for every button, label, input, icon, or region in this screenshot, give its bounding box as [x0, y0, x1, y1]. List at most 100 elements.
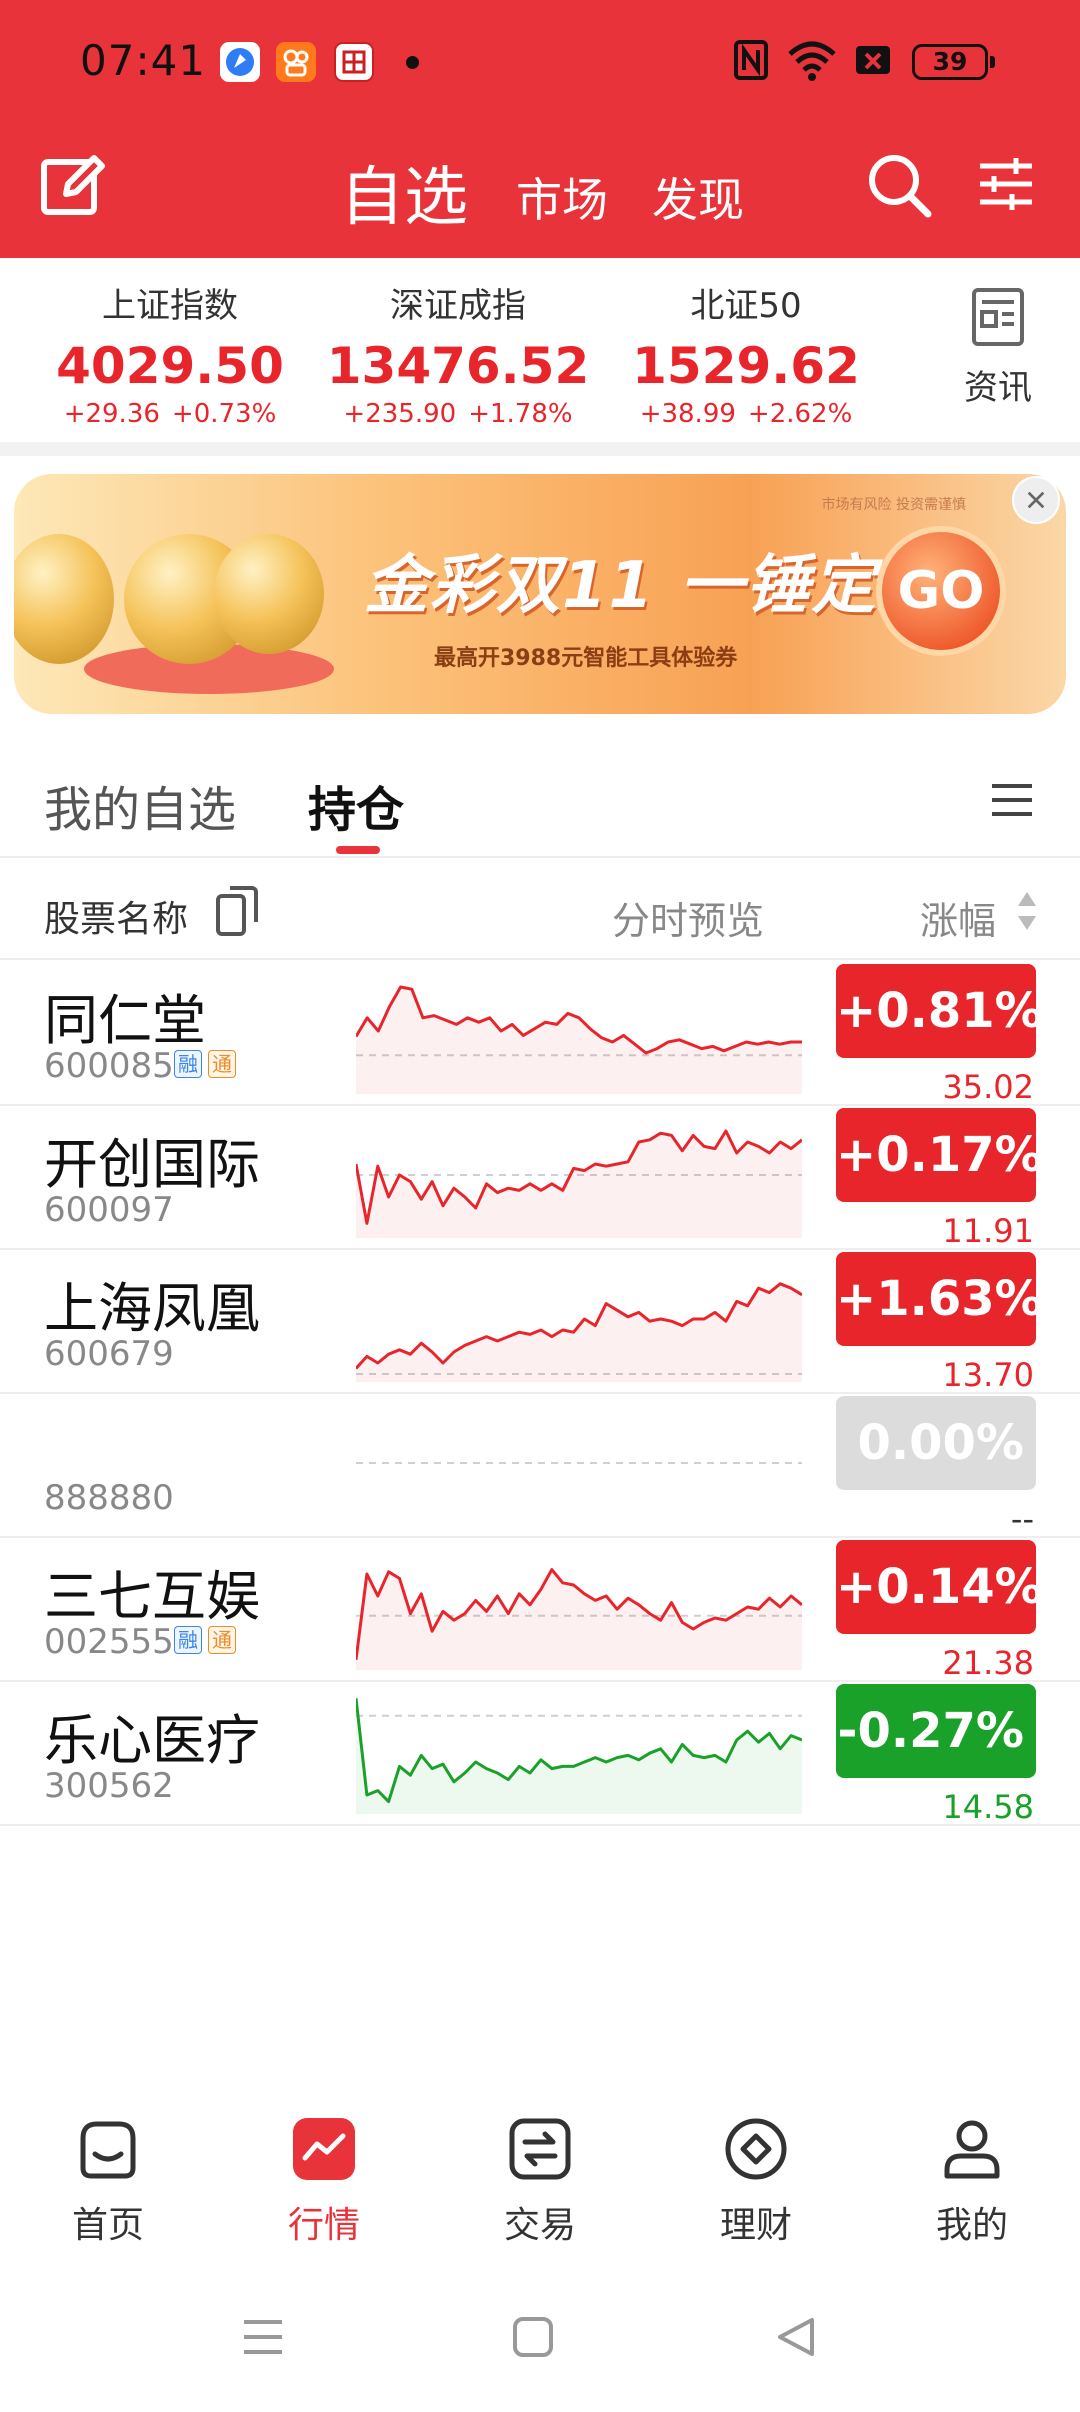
stock-row[interactable]: 三七互娱 002555 融通 +0.14% 21.38: [0, 1538, 1080, 1682]
bottom-navigation: 首页 行情 交易 理财 我的: [0, 2080, 1080, 2250]
stock-row[interactable]: 乐心医疗 300562 -0.27% 14.58: [0, 1682, 1080, 1826]
stock-row[interactable]: 上海凤凰 600679 +1.63% 13.70: [0, 1250, 1080, 1394]
column-header: 股票名称 分时预览 涨幅: [0, 860, 1080, 960]
change-badge[interactable]: +1.63%: [836, 1252, 1043, 1346]
stock-tags: 融通: [174, 1626, 242, 1654]
close-icon[interactable]: [1012, 476, 1060, 524]
intraday-sparkline: [356, 1282, 802, 1382]
news-label: 资讯: [964, 368, 1032, 408]
index-value: 4029.50: [56, 337, 284, 395]
market-chart-icon: [293, 2118, 355, 2180]
kuaishou-app-icon: [276, 42, 316, 82]
stock-name: 乐心医疗: [44, 1709, 260, 1772]
stock-code: 300562: [44, 1766, 174, 1806]
tab-discover[interactable]: 发现: [652, 164, 744, 230]
nav-market[interactable]: 行情: [254, 2116, 394, 2248]
active-tab-indicator: [336, 846, 380, 854]
menu-icon[interactable]: [990, 778, 1034, 822]
edit-icon[interactable]: [38, 150, 108, 220]
change-badge[interactable]: 0.00%: [836, 1396, 1036, 1490]
wealth-diamond-icon: [725, 2118, 787, 2180]
index-card[interactable]: 上证指数 4029.50 +29.36 +0.73%: [30, 278, 310, 429]
intraday-sparkline: [356, 985, 802, 1094]
stock-row[interactable]: 同仁堂 600085 融通 +0.81% 35.02: [0, 962, 1080, 1106]
index-name: 北证50: [690, 286, 802, 326]
margin-tag: 融: [174, 1626, 202, 1654]
nav-label: 理财: [719, 2205, 792, 2246]
change-badge[interactable]: +0.81%: [836, 964, 1043, 1058]
tab-watchlist[interactable]: 自选: [340, 146, 468, 238]
battery-icon: 39: [912, 44, 995, 80]
stock-name: 上海凤凰: [44, 1277, 260, 1340]
intraday-sparkline: [356, 1462, 802, 1464]
nfc-icon: [734, 40, 768, 80]
banner-go-button[interactable]: GO: [876, 526, 1006, 656]
change-badge[interactable]: -0.27%: [836, 1684, 1036, 1778]
stock-price: 13.70: [942, 1356, 1034, 1394]
tab-my-watchlist[interactable]: 我的自选: [44, 770, 236, 840]
copy-icon[interactable]: [214, 882, 260, 938]
stock-price: 35.02: [942, 1068, 1034, 1106]
sparkline-area: [356, 987, 802, 1094]
intraday-sparkline: [356, 1568, 802, 1670]
nav-trade[interactable]: 交易: [470, 2116, 610, 2248]
menu-nav-icon[interactable]: [240, 2314, 286, 2360]
profile-icon: [944, 2120, 1000, 2179]
stock-row[interactable]: 开创国际 600097 +0.17% 11.91: [0, 1106, 1080, 1250]
index-strip: 上证指数 4029.50 +29.36 +0.73% 深证成指 13476.52 …: [0, 258, 1080, 442]
home-square-icon[interactable]: [510, 2314, 556, 2360]
home-icon: [80, 2121, 136, 2179]
stock-code: 002555: [44, 1622, 174, 1662]
news-button[interactable]: 资讯: [948, 286, 1048, 409]
search-icon[interactable]: [864, 150, 934, 220]
index-card[interactable]: 北证50 1529.62 +38.99 +2.62%: [606, 278, 886, 429]
sim-off-icon: [856, 46, 890, 74]
sparkline-area: [356, 1283, 802, 1382]
nav-label: 行情: [287, 2205, 360, 2246]
banner-subtitle: 最高开3988元智能工具体验券: [434, 646, 738, 671]
index-card[interactable]: 深证成指 13476.52 +235.90 +1.78%: [318, 278, 598, 429]
column-intraday-preview: 分时预览: [612, 899, 765, 943]
index-value: 1529.62: [632, 337, 860, 395]
tab-holdings[interactable]: 持仓: [308, 770, 404, 840]
system-navigation-bar: [0, 2280, 1080, 2412]
stock-price: --: [1010, 1500, 1034, 1538]
stock-code: 600097: [44, 1190, 174, 1230]
change-badge[interactable]: +0.17%: [836, 1108, 1043, 1202]
app-header: 自选 市场 发现: [0, 124, 1080, 258]
nav-label: 我的: [935, 2205, 1008, 2246]
promo-banner[interactable]: 市场有风险 投资需谨慎 金彩双11 一锤定财 最高开3988元智能工具体验券 G…: [14, 474, 1066, 714]
column-change[interactable]: 涨幅: [920, 890, 996, 945]
golden-egg-graphic: [214, 534, 324, 654]
index-value: 13476.52: [326, 337, 590, 395]
nav-home[interactable]: 首页: [38, 2116, 178, 2248]
stock-price: 21.38: [942, 1644, 1034, 1682]
banner-risk-notice: 市场有风险 投资需谨慎: [821, 497, 966, 513]
status-time: 07:41: [80, 36, 207, 85]
nav-wealth[interactable]: 理财: [686, 2116, 826, 2248]
stock-row[interactable]: 888880 0.00% --: [0, 1394, 1080, 1538]
index-change: +38.99 +2.62%: [639, 399, 853, 429]
sort-icon[interactable]: [1016, 890, 1038, 932]
browser-app-icon: [220, 42, 260, 82]
stock-name: 同仁堂: [44, 989, 206, 1052]
intraday-sparkline: [356, 1698, 802, 1814]
filter-settings-icon[interactable]: [976, 154, 1036, 214]
list-tabs: 我的自选 持仓: [0, 740, 1080, 858]
section-divider: [0, 442, 1080, 456]
change-badge[interactable]: +0.14%: [836, 1540, 1043, 1634]
stock-code: 600085: [44, 1046, 174, 1086]
golden-egg-graphic: [14, 534, 114, 664]
index-change: +235.90 +1.78%: [343, 399, 573, 429]
top-header-area: 07:41 39 自选 市场 发现: [0, 0, 1080, 258]
status-bar: 07:41 39: [0, 0, 1080, 124]
stock-price: 14.58: [942, 1788, 1034, 1826]
nav-profile[interactable]: 我的: [902, 2116, 1042, 2248]
stock-code: 888880: [44, 1478, 174, 1518]
back-triangle-icon[interactable]: [774, 2314, 820, 2360]
news-app-icon: [334, 42, 374, 82]
stock-price: 11.91: [942, 1212, 1034, 1250]
tab-market[interactable]: 市场: [516, 164, 608, 230]
stock-name: 开创国际: [44, 1133, 260, 1196]
column-stock-name: 股票名称: [44, 899, 189, 940]
